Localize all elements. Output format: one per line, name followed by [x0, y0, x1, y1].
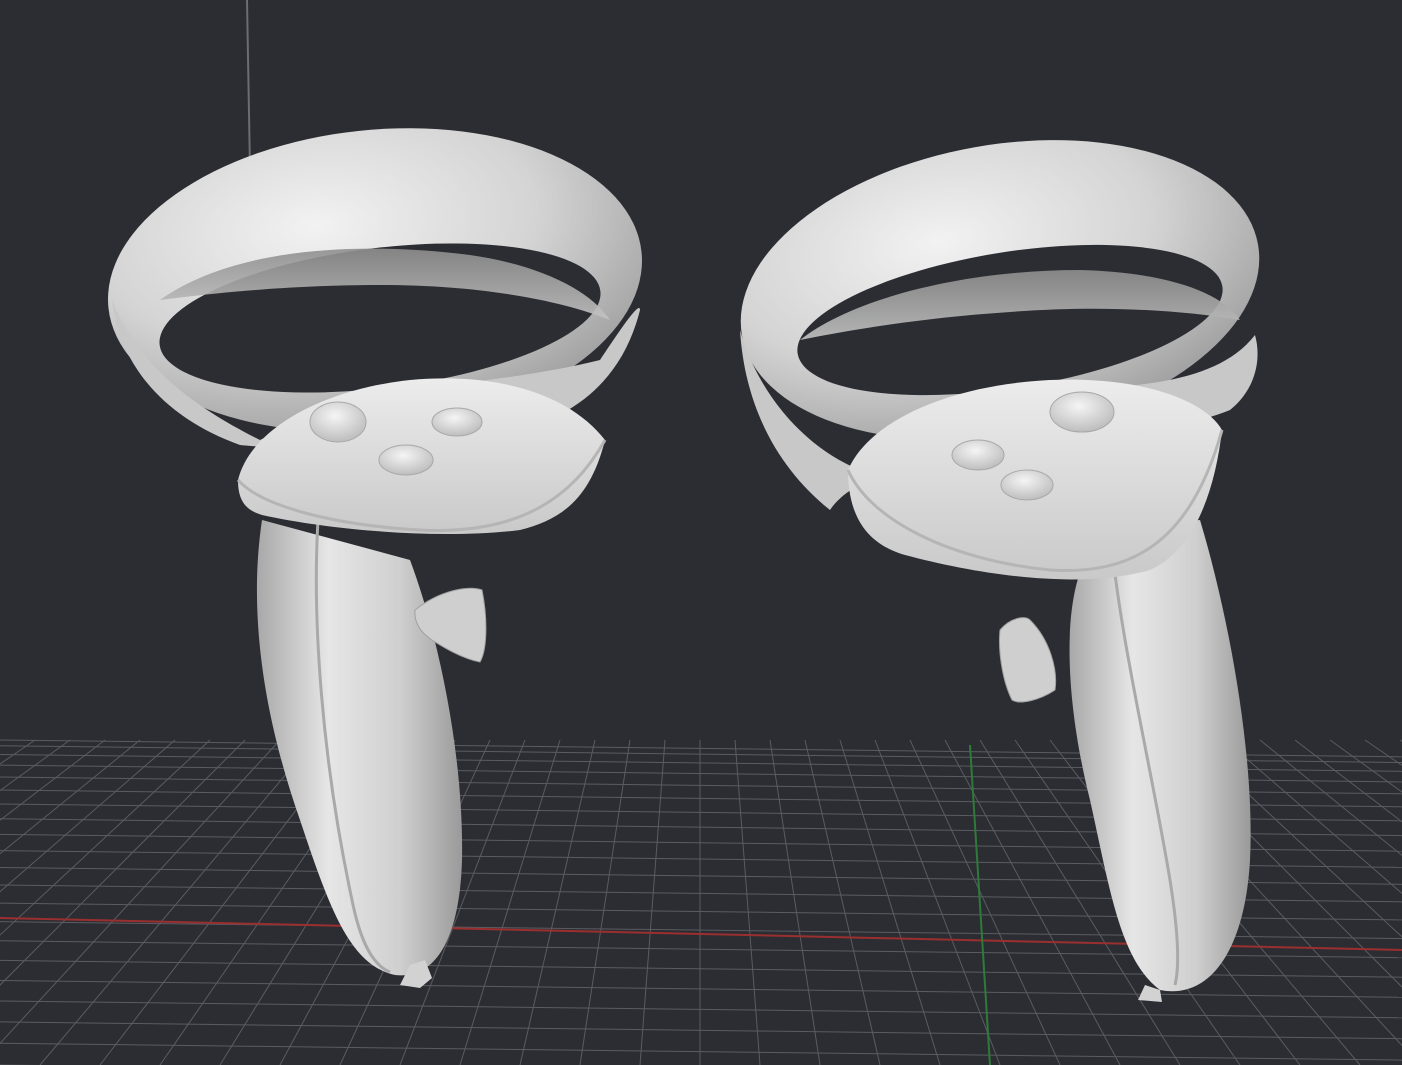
viewport-canvas[interactable]: [0, 0, 1402, 1065]
y-axis-line: [969, 744, 991, 1065]
grid-line-horizontal: [0, 1021, 1402, 1040]
grid-line-vertical: [769, 739, 821, 1065]
3d-viewport[interactable]: [0, 0, 1402, 1065]
right-controller-handle[interactable]: [1069, 520, 1251, 992]
grid-line-vertical: [0, 739, 106, 821]
grid-line-vertical: [0, 739, 36, 765]
right-trigger[interactable]: [999, 617, 1057, 703]
grid-line-vertical: [0, 739, 246, 986]
right-thumbstick[interactable]: [1049, 391, 1115, 433]
grid-line-vertical: [1329, 739, 1402, 793]
grid-line-vertical: [734, 739, 761, 1065]
left-button-y[interactable]: [431, 407, 483, 437]
right-controller[interactable]: [717, 102, 1283, 1002]
grid-line-vertical: [39, 739, 316, 1065]
grid-line-vertical: [839, 739, 941, 1065]
right-button-b[interactable]: [951, 439, 1005, 471]
grid-line-vertical: [519, 739, 596, 1065]
grid-line-vertical: [0, 739, 211, 936]
grid-line-horizontal: [0, 1000, 1402, 1019]
grid-line-vertical: [459, 739, 561, 1065]
left-controller-handle[interactable]: [256, 520, 463, 976]
grid-line-vertical: [0, 739, 176, 893]
grid-line-vertical: [579, 739, 631, 1065]
grid-line-vertical: [1364, 739, 1402, 766]
left-button-x[interactable]: [378, 444, 434, 476]
right-button-a[interactable]: [1000, 469, 1054, 501]
left-thumbstick[interactable]: [309, 401, 367, 443]
grid-line-horizontal: [0, 1042, 1402, 1061]
grid-line-vertical: [639, 739, 666, 1065]
left-controller[interactable]: [93, 103, 657, 988]
grid-line-vertical: [804, 739, 881, 1065]
